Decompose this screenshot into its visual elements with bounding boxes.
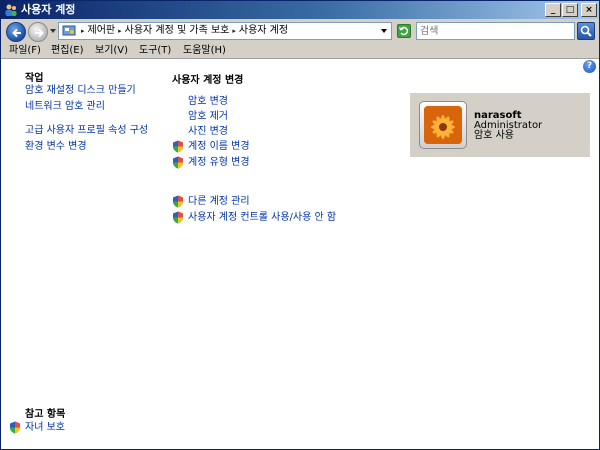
back-button[interactable] [6, 22, 26, 42]
remove-password-link[interactable]: 암호 제거 [188, 111, 228, 123]
address-toolbar: ▸ 제어판 ▸ 사용자 계정 및 가족 보호 ▸ 사용자 계정 [1, 19, 599, 43]
change-account-name-link[interactable]: 계정 이름 변경 [188, 141, 250, 153]
change-password-link[interactable]: 암호 변경 [188, 96, 228, 108]
breadcrumb-item-user-accounts[interactable]: 사용자 계정 [239, 25, 288, 36]
manage-network-passwords-link[interactable]: 네트워크 암호 관리 [25, 101, 105, 113]
search-icon [580, 25, 592, 37]
user-accounts-icon [5, 4, 17, 16]
menu-view[interactable]: 보기(V) [93, 44, 130, 58]
uac-shield-icon [173, 211, 183, 224]
menu-tools[interactable]: 도구(T) [137, 44, 173, 58]
see-also-heading: 참고 항목 [25, 409, 66, 420]
change-account-type-link[interactable]: 계정 유형 변경 [188, 157, 250, 169]
title-bar[interactable]: 사용자 계정 _ □ × [1, 1, 599, 19]
window-controls: _ □ × [544, 3, 597, 17]
recent-pages-dropdown[interactable] [50, 29, 56, 33]
minimize-button[interactable]: _ [545, 3, 561, 17]
uac-shield-icon [173, 156, 183, 169]
create-password-reset-disk-link[interactable]: 암호 재설정 디스크 만들기 [25, 85, 136, 97]
search-box[interactable] [416, 22, 575, 40]
toggle-uac-link[interactable]: 사용자 계정 컨트롤 사용/사용 안 함 [188, 212, 336, 224]
flower-picture-icon [424, 106, 462, 144]
breadcrumb: ▸ 제어판 ▸ 사용자 계정 및 가족 보호 ▸ 사용자 계정 [81, 24, 291, 38]
refresh-icon [398, 26, 409, 36]
change-environment-variables-link[interactable]: 환경 변수 변경 [25, 141, 87, 153]
account-picture[interactable] [419, 101, 467, 149]
advanced-profile-properties-link[interactable]: 고급 사용자 프로필 속성 구성 [25, 125, 148, 137]
breadcrumb-item-user-accounts-family[interactable]: 사용자 계정 및 가족 보호 [125, 25, 230, 36]
address-dropdown-icon[interactable] [381, 29, 387, 33]
account-info: narasoft Administrator 암호 사용 [474, 111, 542, 141]
uac-shield-icon [10, 421, 20, 434]
forward-button[interactable] [28, 22, 48, 42]
maximize-button[interactable]: □ [562, 3, 578, 17]
control-panel-icon [62, 25, 76, 36]
manage-other-accounts-link[interactable]: 다른 계정 관리 [188, 196, 250, 208]
menu-edit[interactable]: 편집(E) [49, 44, 86, 58]
breadcrumb-arrow-icon[interactable]: ▸ [232, 27, 236, 35]
address-bar[interactable]: ▸ 제어판 ▸ 사용자 계정 및 가족 보호 ▸ 사용자 계정 [58, 22, 392, 40]
main-content: ? 작업 암호 재설정 디스크 만들기 네트워크 암호 관리 고급 사용자 프로… [1, 60, 599, 449]
menu-bar: 파일(F) 편집(E) 보기(V) 도구(T) 도움말(H) [1, 43, 599, 59]
tasks-heading: 작업 [25, 73, 44, 84]
breadcrumb-arrow-icon[interactable]: ▸ [81, 27, 85, 35]
uac-shield-icon [173, 195, 183, 208]
menu-file[interactable]: 파일(F) [7, 44, 43, 58]
close-button[interactable]: × [581, 3, 597, 17]
search-input[interactable] [417, 23, 567, 39]
search-button[interactable] [577, 22, 595, 40]
account-card: narasoft Administrator 암호 사용 [410, 93, 590, 157]
breadcrumb-item-control-panel[interactable]: 제어판 [88, 25, 116, 36]
window-title: 사용자 계정 [21, 3, 76, 16]
change-account-heading: 사용자 계정 변경 [172, 75, 244, 86]
account-password-status: 암호 사용 [474, 130, 514, 141]
help-icon[interactable]: ? [583, 60, 596, 73]
arrow-left-icon [12, 28, 21, 38]
refresh-button[interactable] [397, 24, 411, 38]
window: 사용자 계정 _ □ × ▸ 제어판 ▸ 사용자 계정 및 가족 보호 ▸ 사용자 계정 [0, 0, 600, 450]
parental-controls-link[interactable]: 자녀 보호 [25, 422, 65, 434]
arrow-right-icon [35, 28, 44, 38]
change-picture-link[interactable]: 사진 변경 [188, 126, 228, 138]
uac-shield-icon [173, 140, 183, 153]
breadcrumb-arrow-icon[interactable]: ▸ [118, 27, 122, 35]
menu-help[interactable]: 도움말(H) [181, 44, 228, 58]
